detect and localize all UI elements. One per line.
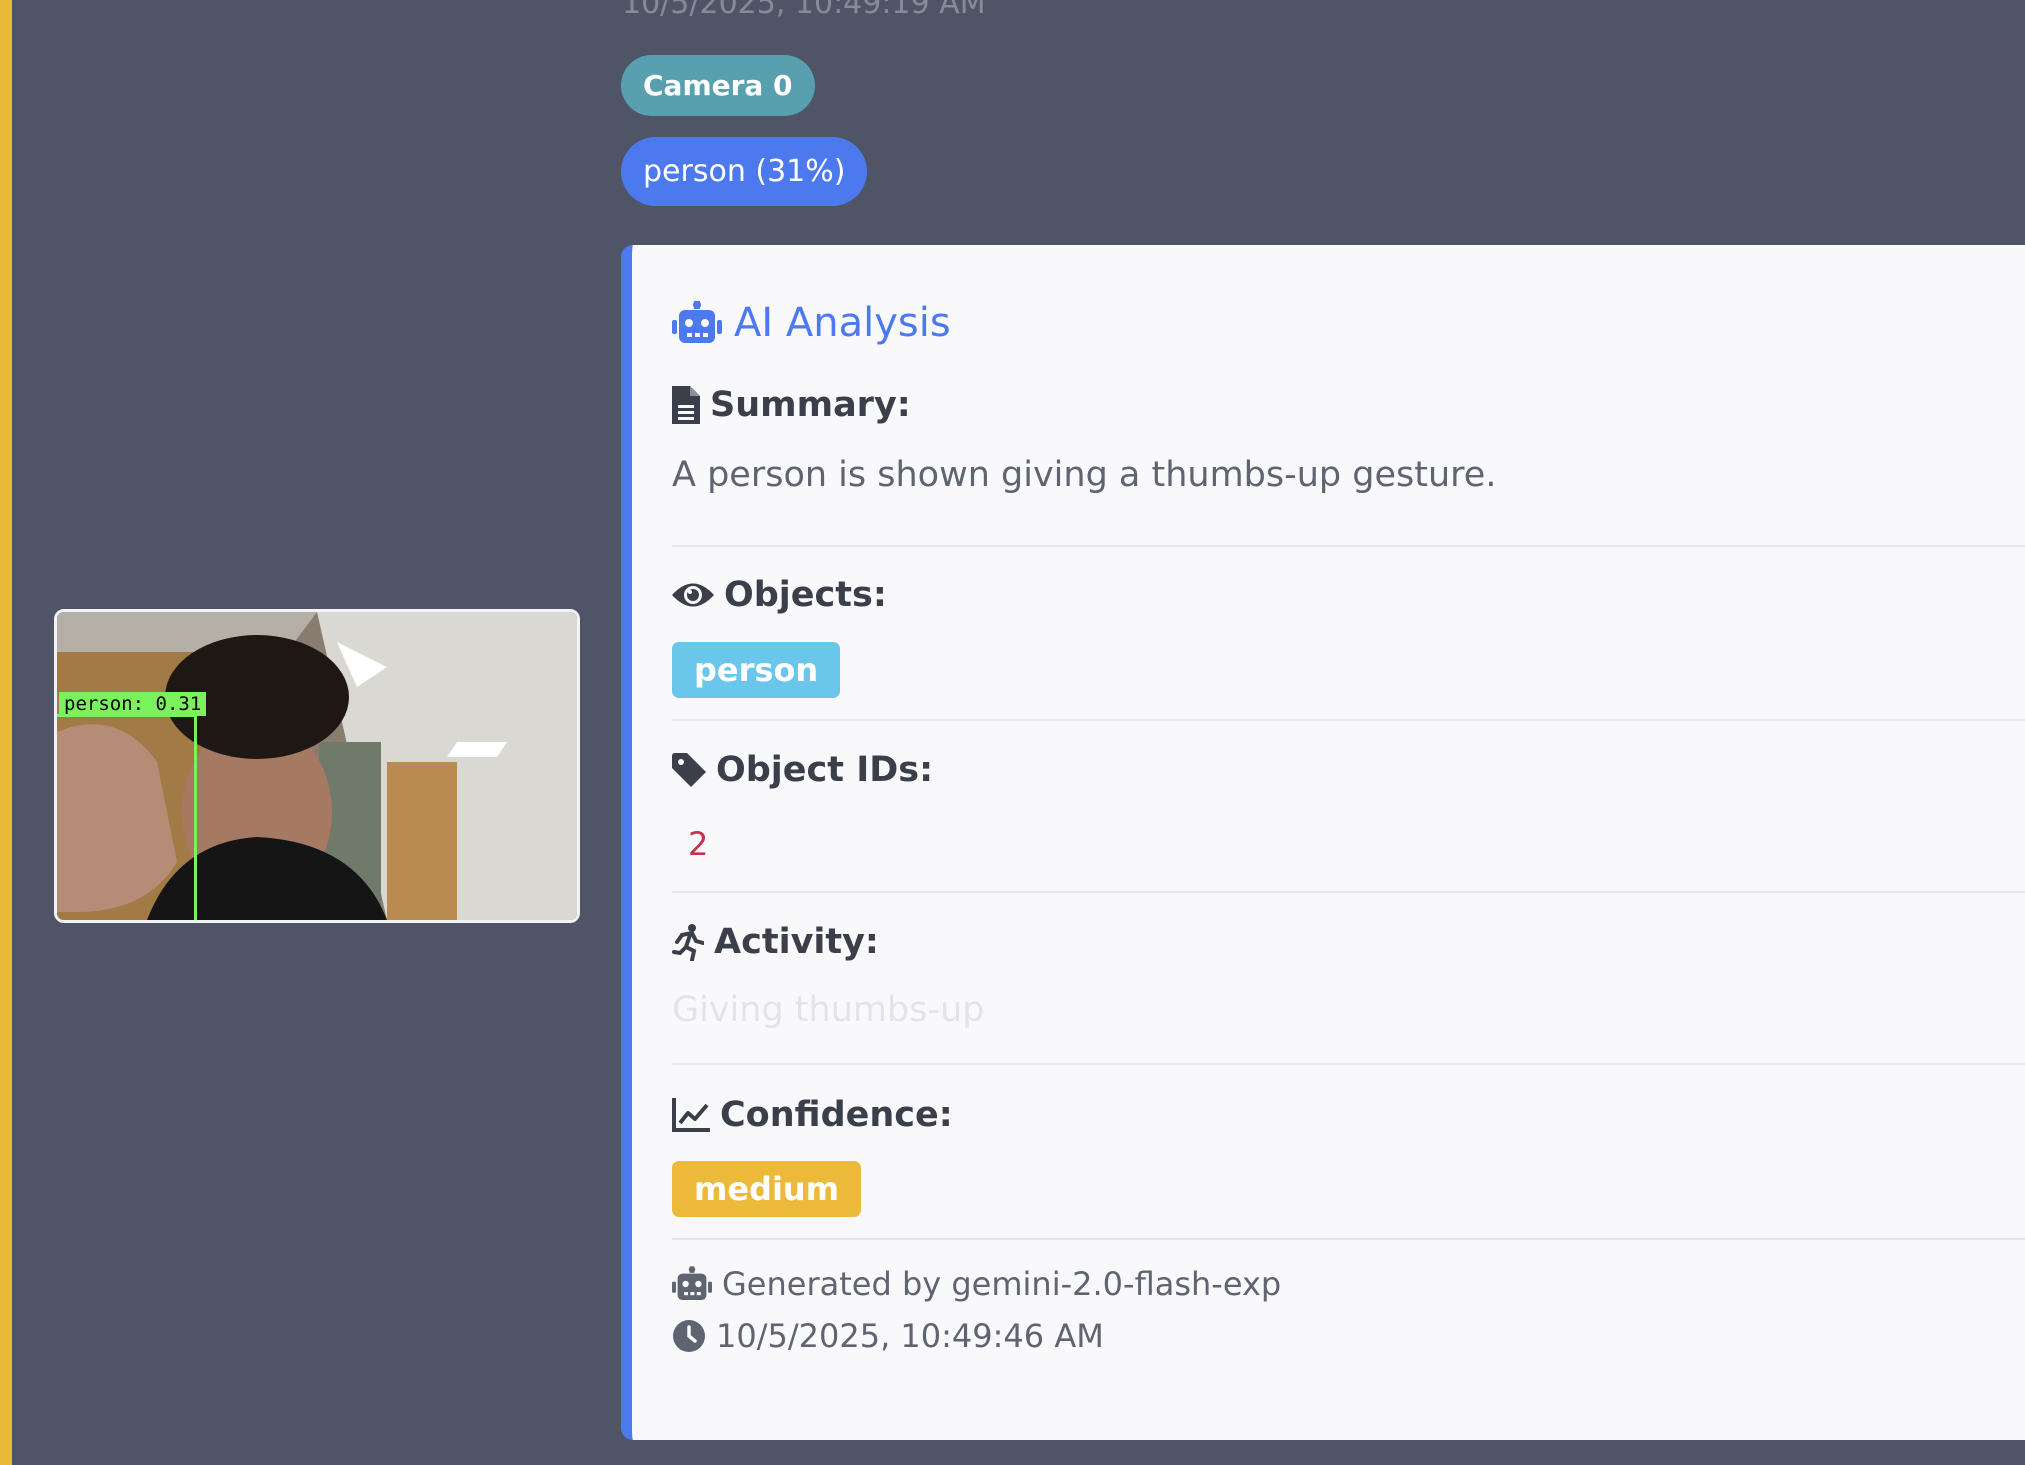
- divider: [672, 1238, 2025, 1240]
- bounding-box-label: person: 0.31: [59, 692, 207, 716]
- generated-by-text: Generated by gemini-2.0-flash-exp: [722, 1265, 1282, 1303]
- generated-at-text: 10/5/2025, 10:49:46 AM: [716, 1317, 1104, 1355]
- detection-badge: person (31%): [621, 137, 868, 206]
- activity-heading-text: Activity:: [714, 922, 879, 962]
- file-lines-icon: [672, 386, 700, 424]
- clock-icon: [672, 1319, 706, 1353]
- bounding-box: [57, 714, 197, 920]
- event-timestamp: 10/5/2025, 10:49:19 AM: [622, 0, 986, 21]
- divider: [672, 545, 2025, 547]
- ai-analysis-title: AI Analysis: [672, 300, 951, 346]
- objects-heading: Objects:: [672, 575, 887, 615]
- detection-thumbnail[interactable]: person: 0.31: [54, 609, 580, 923]
- summary-heading-text: Summary:: [710, 385, 911, 425]
- eye-icon: [672, 580, 714, 610]
- object-chip: person: [672, 642, 841, 698]
- confidence-heading-text: Confidence:: [720, 1095, 953, 1135]
- ai-analysis-title-text: AI Analysis: [734, 300, 951, 346]
- robot-icon: [672, 1266, 712, 1302]
- object-id-value: 2: [688, 825, 709, 863]
- tag-icon: [672, 753, 706, 787]
- running-person-icon: [672, 923, 704, 961]
- left-accent-bar: [0, 0, 12, 1465]
- summary-text: A person is shown giving a thumbs-up ges…: [672, 455, 1497, 495]
- activity-text: Giving thumbs-up: [672, 990, 985, 1030]
- divider: [672, 1063, 2025, 1065]
- confidence-heading: Confidence:: [672, 1095, 953, 1135]
- objects-heading-text: Objects:: [724, 575, 887, 615]
- confidence-chip: medium: [672, 1161, 862, 1217]
- robot-icon: [672, 301, 722, 345]
- divider: [672, 719, 2025, 721]
- divider: [672, 891, 2025, 893]
- generated-at-line: 10/5/2025, 10:49:46 AM: [672, 1317, 1104, 1355]
- generated-by-line: Generated by gemini-2.0-flash-exp: [672, 1265, 1281, 1303]
- object-ids-heading-text: Object IDs:: [716, 750, 934, 790]
- line-chart-icon: [672, 1098, 710, 1132]
- object-ids-heading: Object IDs:: [672, 750, 933, 790]
- ai-analysis-card: AI Analysis Summary: A person is shown g…: [621, 245, 2025, 1440]
- summary-heading: Summary:: [672, 385, 911, 425]
- activity-heading: Activity:: [672, 922, 879, 962]
- camera-badge: Camera 0: [621, 55, 815, 116]
